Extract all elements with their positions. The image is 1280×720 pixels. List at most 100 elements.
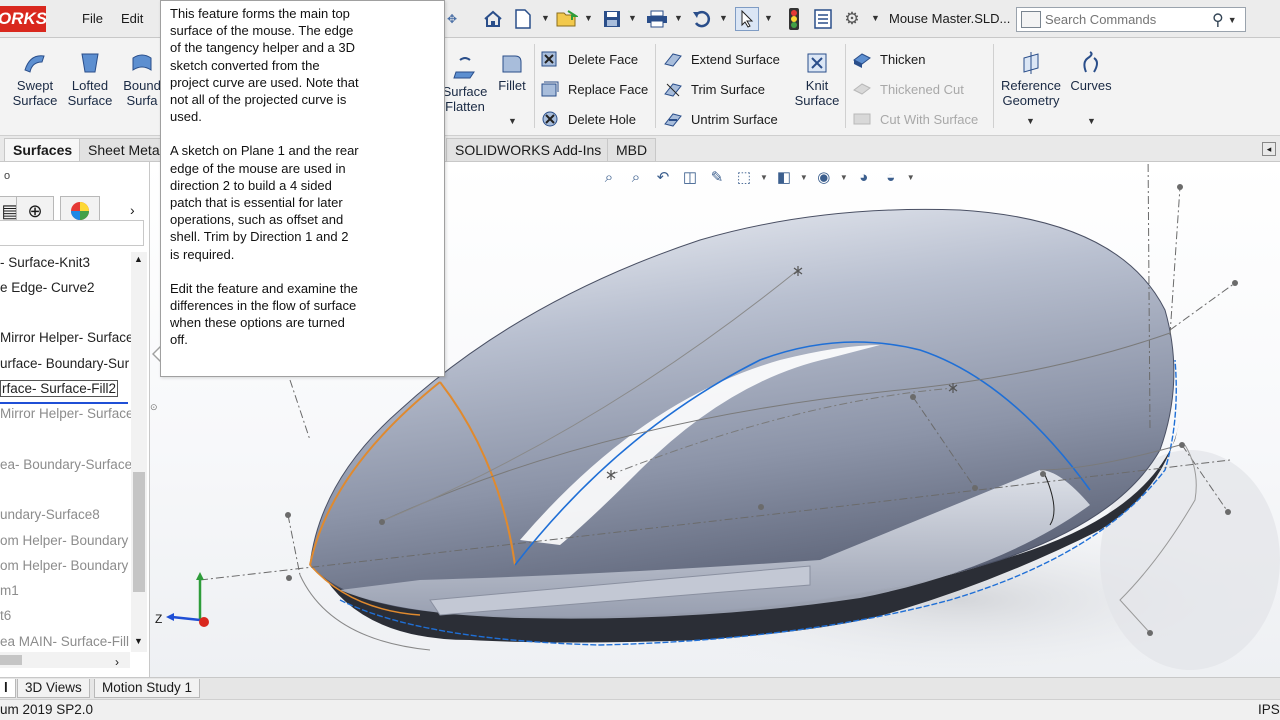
chevron-down-icon[interactable]: ▼ bbox=[674, 13, 683, 23]
delete-face-button[interactable]: Delete Face bbox=[540, 50, 638, 68]
search-commands-box[interactable]: ⚲ ▼ bbox=[1016, 7, 1246, 32]
curves-dropdown-icon[interactable]: ▼ bbox=[1087, 116, 1096, 126]
boundary-surface-button[interactable]: Bound Surfa bbox=[122, 50, 162, 108]
open-icon[interactable] bbox=[555, 7, 579, 31]
feature-tree-scroll-thumb[interactable] bbox=[133, 472, 145, 592]
home-icon[interactable] bbox=[481, 7, 505, 31]
fillet-button[interactable]: Fillet bbox=[494, 50, 530, 93]
chevron-down-icon[interactable]: ▼ bbox=[541, 13, 550, 23]
feature-tree-filter[interactable] bbox=[0, 220, 144, 246]
chevron-down-icon[interactable]: ▼ bbox=[1228, 15, 1237, 25]
tooltip-paragraph: Edit the feature and examine the differe… bbox=[170, 280, 358, 348]
chevron-down-icon[interactable]: ▼ bbox=[719, 13, 728, 23]
document-title: Mouse Master.SLD... bbox=[889, 11, 1011, 26]
tree-item[interactable]: om Helper- Boundary bbox=[0, 558, 128, 573]
tab-solidworks-add-ins[interactable]: SOLIDWORKS Add-Ins bbox=[446, 138, 611, 161]
tree-item[interactable]: e Edge- Curve2 bbox=[0, 280, 95, 295]
search-input[interactable] bbox=[1045, 12, 1210, 27]
tab-motion-study-1[interactable]: Motion Study 1 bbox=[94, 679, 201, 698]
scroll-up-icon[interactable]: ▲ bbox=[134, 254, 143, 264]
chevron-down-icon[interactable]: ▼ bbox=[907, 173, 915, 182]
tree-item[interactable]: undary-Surface8 bbox=[0, 507, 100, 522]
print-icon[interactable] bbox=[645, 7, 669, 31]
tab-mbd[interactable]: MBD bbox=[607, 138, 657, 161]
search-scope-icon[interactable] bbox=[1021, 11, 1041, 28]
curves-button[interactable]: Curves bbox=[1068, 50, 1114, 93]
replace-face-button[interactable]: Replace Face bbox=[540, 80, 648, 98]
search-icon[interactable]: ⚲ bbox=[1212, 10, 1224, 30]
edit-appearance-icon[interactable]: ◕ bbox=[853, 166, 875, 188]
feature-tree-scrollbar[interactable] bbox=[131, 252, 147, 652]
collapse-panel-icon[interactable]: ◂ bbox=[1262, 142, 1276, 156]
chevron-down-icon[interactable]: ▼ bbox=[871, 13, 880, 23]
reference-geometry-button[interactable]: Reference Geometry bbox=[998, 50, 1064, 108]
fillet-icon bbox=[502, 55, 522, 73]
tree-item[interactable]: ea- Boundary-Surface bbox=[0, 457, 132, 472]
untrim-surface-button[interactable]: Untrim Surface bbox=[663, 110, 778, 128]
surface-flatten-button[interactable]: Surface Flatten bbox=[440, 56, 490, 114]
tab-3d-views[interactable]: 3D Views bbox=[17, 679, 90, 698]
swept-surface-button[interactable]: Swept Surface bbox=[12, 50, 58, 108]
menu-file[interactable]: File bbox=[82, 11, 103, 26]
lofted-surface-button[interactable]: Lofted Surface bbox=[67, 50, 113, 108]
thickened-cut-icon bbox=[853, 83, 871, 95]
reference-geometry-dropdown-icon[interactable]: ▼ bbox=[1026, 116, 1035, 126]
scroll-down-icon[interactable]: ▼ bbox=[134, 636, 143, 646]
cut-with-surface-button[interactable]: Cut With Surface bbox=[852, 110, 978, 128]
tree-item[interactable]: rface- Surface-Fill2 bbox=[0, 380, 119, 397]
chevron-down-icon[interactable]: ▼ bbox=[840, 173, 848, 182]
tree-item[interactable]: Mirror Helper- Surface bbox=[0, 406, 134, 421]
thickened-cut-button[interactable]: Thickened Cut bbox=[852, 80, 964, 98]
delete-hole-button[interactable]: Delete Hole bbox=[540, 110, 636, 128]
zoom-to-area-icon[interactable]: ⌕ bbox=[625, 166, 647, 188]
rollback-bar[interactable] bbox=[0, 402, 128, 404]
tab-model[interactable]: l bbox=[0, 679, 16, 698]
undo-icon[interactable] bbox=[690, 7, 714, 31]
previous-view-icon[interactable]: ↶ bbox=[652, 166, 674, 188]
hide-show-items-icon[interactable]: ◉ bbox=[813, 166, 835, 188]
tree-item[interactable]: ea MAIN- Surface-Fill bbox=[0, 634, 129, 649]
apply-scene-icon[interactable]: ◒ bbox=[880, 166, 902, 188]
extend-surface-button[interactable]: Extend Surface bbox=[663, 50, 780, 68]
file-properties-icon[interactable] bbox=[811, 7, 835, 31]
thicken-icon bbox=[853, 53, 871, 68]
chevron-down-icon[interactable]: ▼ bbox=[760, 173, 768, 182]
section-view-icon[interactable]: ◫ bbox=[679, 166, 701, 188]
tab-surfaces[interactable]: Surfaces bbox=[4, 138, 82, 161]
zoom-to-fit-icon[interactable]: ⌕ bbox=[598, 166, 620, 188]
panel-pin-icon[interactable]: o bbox=[4, 170, 10, 182]
panel-splitter-handle[interactable]: ⊙ bbox=[150, 402, 158, 413]
tab-sheet-metal[interactable]: Sheet Metal bbox=[79, 138, 172, 161]
chevron-down-icon[interactable]: ▼ bbox=[764, 13, 773, 23]
knit-surface-button[interactable]: Knit Surface bbox=[794, 50, 840, 108]
fillet-label: Fillet bbox=[498, 78, 526, 93]
feature-tree-hscroll-thumb[interactable] bbox=[0, 655, 22, 665]
dynamic-annotation-icon[interactable]: ✎ bbox=[706, 166, 728, 188]
tree-item[interactable]: t6 bbox=[0, 608, 11, 623]
trim-surface-button[interactable]: Trim Surface bbox=[663, 80, 765, 98]
scroll-right-icon[interactable]: › bbox=[115, 655, 119, 669]
chevron-down-icon[interactable]: ▼ bbox=[584, 13, 593, 23]
thicken-button[interactable]: Thicken bbox=[852, 50, 926, 68]
save-icon[interactable] bbox=[600, 7, 624, 31]
lofted-surface-icon bbox=[81, 53, 99, 73]
traffic-light-icon[interactable] bbox=[782, 7, 806, 31]
select-cursor-icon[interactable] bbox=[735, 7, 759, 31]
display-style-icon[interactable]: ◧ bbox=[773, 166, 795, 188]
status-units[interactable]: IPS bbox=[1258, 700, 1280, 720]
solidworks-logo[interactable]: ORKS bbox=[0, 6, 46, 32]
tree-item[interactable]: Mirror Helper- Surface bbox=[0, 330, 134, 345]
tree-item[interactable]: om Helper- Boundary bbox=[0, 533, 128, 548]
chevron-down-icon[interactable]: ▼ bbox=[800, 173, 808, 182]
options-gear-icon[interactable]: ⚙ bbox=[840, 7, 864, 31]
ribbon-separator bbox=[993, 44, 994, 128]
tree-item[interactable]: urface- Boundary-Sur bbox=[0, 356, 129, 371]
fillet-dropdown-icon[interactable]: ▼ bbox=[508, 116, 517, 126]
view-orientation-icon[interactable]: ⬚ bbox=[733, 166, 755, 188]
chevron-down-icon[interactable]: ▼ bbox=[628, 13, 637, 23]
tree-item[interactable]: - Surface-Knit3 bbox=[0, 255, 90, 270]
chevron-right-icon[interactable]: › bbox=[130, 202, 135, 218]
tree-item[interactable]: m1 bbox=[0, 583, 19, 598]
menu-edit[interactable]: Edit bbox=[121, 11, 143, 26]
new-document-icon[interactable] bbox=[511, 7, 535, 31]
